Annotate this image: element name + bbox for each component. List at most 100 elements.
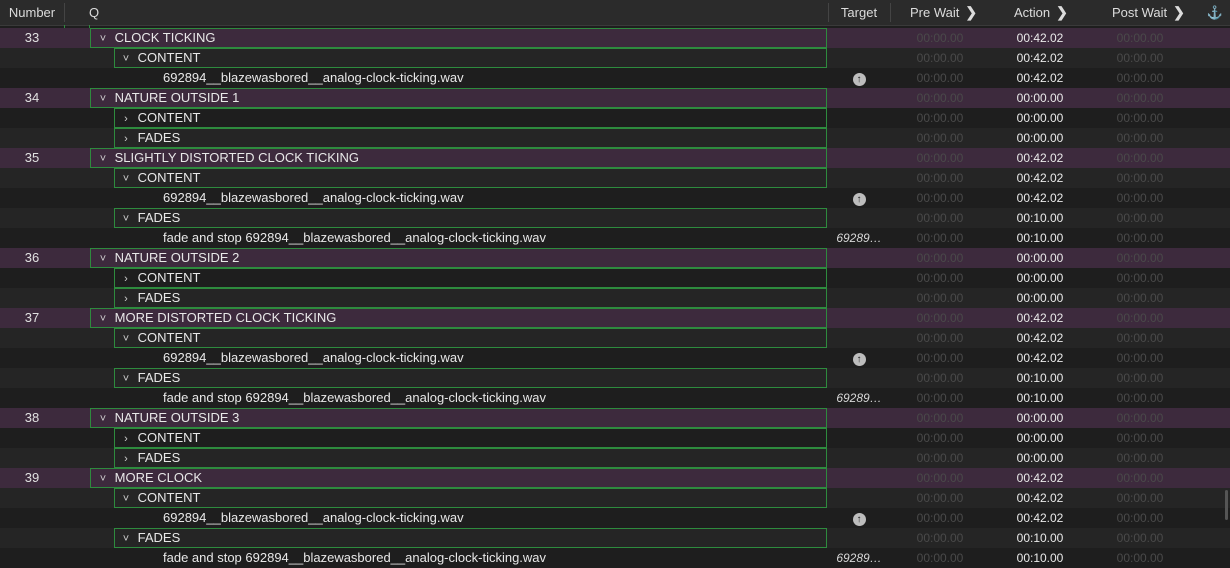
cue-group-row[interactable]: 38 ˅ NATURE OUTSIDE 3 00:00.00 00:00.00 00:0… [0,408,1230,428]
post-wait-value[interactable]: 00:00.00 [1100,168,1180,188]
action-value[interactable]: 00:10.00 [1000,208,1080,228]
post-wait-value[interactable]: 00:00.00 [1100,508,1180,528]
pre-wait-value[interactable]: 00:00.00 [900,348,980,368]
cue-group-row[interactable]: 37 ˅ MORE DISTORTED CLOCK TICKING 00:00.00… [0,308,1230,328]
cue-group-row[interactable]: 39 ˅ MORE CLOCK 00:00.00 00:42.02 00:00.00 [0,468,1230,488]
column-header-pre-wait[interactable]: Pre Wait ❯ [900,0,1000,25]
column-header-q[interactable]: Q [89,0,289,25]
pre-wait-value[interactable]: 00:00.00 [900,288,980,308]
action-value[interactable]: 00:00.00 [1000,128,1080,148]
cue-row[interactable]: ˅ FADES 00:00.00 00:10.00 00:00.00 [0,528,1230,548]
pre-wait-value[interactable]: 00:00.00 [900,88,980,108]
anchor-icon[interactable]: ⚓ [1205,0,1225,25]
cue-group-row[interactable]: 33 ˅ CLOCK TICKING 00:00.00 00:42.02 00:00.0… [0,28,1230,48]
cue-name[interactable]: › CONTENT [118,428,200,449]
disclosure-collapsed-icon[interactable]: › [118,269,134,289]
cue-name[interactable]: 692894__blazewasbored__analog-clock-tick… [163,348,464,368]
cue-row[interactable]: › FADES 00:00.00 00:00.00 00:00.00 [0,448,1230,468]
pre-wait-value[interactable]: 00:00.00 [900,48,980,68]
pre-wait-value[interactable]: 00:00.00 [900,468,980,488]
action-value[interactable]: 00:00.00 [1000,108,1080,128]
disclosure-collapsed-icon[interactable]: › [118,129,134,149]
pre-wait-value[interactable]: 00:00.00 [900,128,980,148]
disclosure-expanded-icon[interactable]: ˅ [95,469,111,489]
pre-wait-value[interactable]: 00:00.00 [900,508,980,528]
pre-wait-value[interactable]: 00:00.00 [900,448,980,468]
cue-name[interactable]: › FADES [118,128,180,149]
post-wait-value[interactable]: 00:00.00 [1100,428,1180,448]
cue-row[interactable]: ˅ CONTENT 00:00.00 00:42.02 00:00.00 [0,488,1230,508]
disclosure-expanded-icon[interactable]: ˅ [95,29,111,49]
cue-target[interactable]: ↑ [828,188,890,208]
post-wait-value[interactable]: 00:00.00 [1100,188,1180,208]
cue-target[interactable]: ↑ [828,68,890,88]
disclosure-expanded-icon[interactable]: ˅ [118,169,134,189]
cue-row[interactable]: › FADES 00:00.00 00:00.00 00:00.00 [0,288,1230,308]
cue-name[interactable]: ˅ FADES [118,528,180,549]
chevron-right-icon[interactable]: ❯ [1173,4,1185,20]
action-value[interactable]: 00:00.00 [1000,268,1080,288]
cue-name[interactable]: 692894__blazewasbored__analog-clock-tick… [163,188,464,208]
cue-name[interactable]: 692894__blazewasbored__analog-clock-tick… [163,68,464,88]
pre-wait-value[interactable]: 00:00.00 [900,108,980,128]
cue-name[interactable]: ˅ SLIGHTLY DISTORTED CLOCK TICKING [95,148,359,169]
cue-name[interactable]: › FADES [118,448,180,469]
action-value[interactable]: 00:00.00 [1000,288,1080,308]
cue-name[interactable]: › FADES [118,288,180,309]
post-wait-value[interactable]: 00:00.00 [1100,368,1180,388]
action-value[interactable]: 00:10.00 [1000,368,1080,388]
cue-row[interactable]: ˅ CONTENT 00:00.00 00:42.02 00:00.00 [0,48,1230,68]
action-value[interactable]: 00:42.02 [1000,508,1080,528]
action-value[interactable]: 00:00.00 [1000,248,1080,268]
disclosure-expanded-icon[interactable]: ˅ [118,529,134,549]
pre-wait-value[interactable]: 00:00.00 [900,228,980,248]
cue-name[interactable]: ˅ CONTENT [118,168,201,189]
post-wait-value[interactable]: 00:00.00 [1100,288,1180,308]
disclosure-collapsed-icon[interactable]: › [118,289,134,309]
pre-wait-value[interactable]: 00:00.00 [900,488,980,508]
action-value[interactable]: 00:42.02 [1000,308,1080,328]
cue-name[interactable]: › CONTENT [118,108,200,129]
post-wait-value[interactable]: 00:00.00 [1100,388,1180,408]
pre-wait-value[interactable]: 00:00.00 [900,208,980,228]
pre-wait-value[interactable]: 00:00.00 [900,248,980,268]
action-value[interactable]: 00:00.00 [1000,448,1080,468]
cue-target[interactable]: 69289… [828,228,890,248]
pre-wait-value[interactable]: 00:00.00 [900,388,980,408]
arrow-up-circle-icon[interactable]: ↑ [852,353,866,366]
column-header-post-wait[interactable]: Post Wait ❯ [1102,0,1202,25]
cue-target[interactable]: 69289… [828,388,890,408]
cue-row[interactable]: ˅ CONTENT 00:00.00 00:42.02 00:00.00 [0,168,1230,188]
action-value[interactable]: 00:42.02 [1000,168,1080,188]
cue-name[interactable]: ˅ NATURE OUTSIDE 2 [95,248,240,269]
post-wait-value[interactable]: 00:00.00 [1100,448,1180,468]
pre-wait-value[interactable]: 00:00.00 [900,68,980,88]
action-value[interactable]: 00:10.00 [1000,528,1080,548]
cue-row[interactable]: › CONTENT 00:00.00 00:00.00 00:00.00 [0,108,1230,128]
cue-name[interactable]: ˅ CONTENT [118,328,201,349]
action-value[interactable]: 00:00.00 [1000,428,1080,448]
cue-name[interactable]: ˅ CLOCK TICKING [95,28,216,49]
cue-name[interactable]: ˅ CONTENT [118,48,201,69]
cue-name[interactable]: ˅ NATURE OUTSIDE 1 [95,88,240,109]
disclosure-expanded-icon[interactable]: ˅ [118,209,134,229]
cue-name[interactable]: › CONTENT [118,268,200,289]
action-value[interactable]: 00:00.00 [1000,408,1080,428]
post-wait-value[interactable]: 00:00.00 [1100,308,1180,328]
action-value[interactable]: 00:42.02 [1000,68,1080,88]
pre-wait-value[interactable]: 00:00.00 [900,148,980,168]
disclosure-collapsed-icon[interactable]: › [118,429,134,449]
cue-row[interactable]: fade and stop 692894__blazewasbored__ana… [0,228,1230,248]
action-value[interactable]: 00:42.02 [1000,468,1080,488]
cue-row[interactable]: ˅ FADES 00:00.00 00:10.00 00:00.00 [0,368,1230,388]
action-value[interactable]: 00:42.02 [1000,328,1080,348]
cue-name[interactable]: ˅ MORE CLOCK [95,468,202,489]
cue-row[interactable]: › CONTENT 00:00.00 00:00.00 00:00.00 [0,268,1230,288]
cue-group-row[interactable]: 35 ˅ SLIGHTLY DISTORTED CLOCK TICKING 00:0… [0,148,1230,168]
cue-row[interactable]: fade and stop 692894__blazewasbored__ana… [0,548,1230,568]
column-header-number[interactable]: Number [0,0,64,25]
cue-target[interactable]: ↑ [828,348,890,368]
disclosure-expanded-icon[interactable]: ˅ [95,89,111,109]
cue-name[interactable]: ˅ NATURE OUTSIDE 3 [95,408,240,429]
pre-wait-value[interactable]: 00:00.00 [900,28,980,48]
